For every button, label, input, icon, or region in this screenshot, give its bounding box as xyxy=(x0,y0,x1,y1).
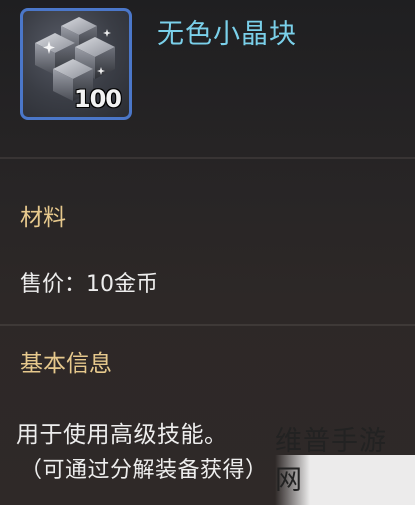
item-header: 100 无色小晶块 xyxy=(0,0,415,156)
item-name: 无色小晶块 xyxy=(157,19,297,50)
watermark-text: 维普手游网 xyxy=(275,426,387,496)
item-type-title: 材料 xyxy=(20,205,66,231)
price-label: 售价：10金币 xyxy=(20,272,158,297)
item-quantity: 100 xyxy=(73,85,122,113)
divider xyxy=(0,157,415,159)
item-tooltip-panel: 100 无色小晶块 材料 售价：10金币 基本信息 用于使用高级技能。 （可通过… xyxy=(0,0,415,505)
divider xyxy=(0,324,415,326)
basic-info-title: 基本信息 xyxy=(20,351,112,377)
item-icon-frame[interactable]: 100 xyxy=(20,8,132,120)
item-source-note: （可通过分解装备获得） xyxy=(20,458,268,483)
site-watermark: 维普手游网 xyxy=(275,426,415,505)
item-description: 用于使用高级技能。 xyxy=(16,422,228,448)
